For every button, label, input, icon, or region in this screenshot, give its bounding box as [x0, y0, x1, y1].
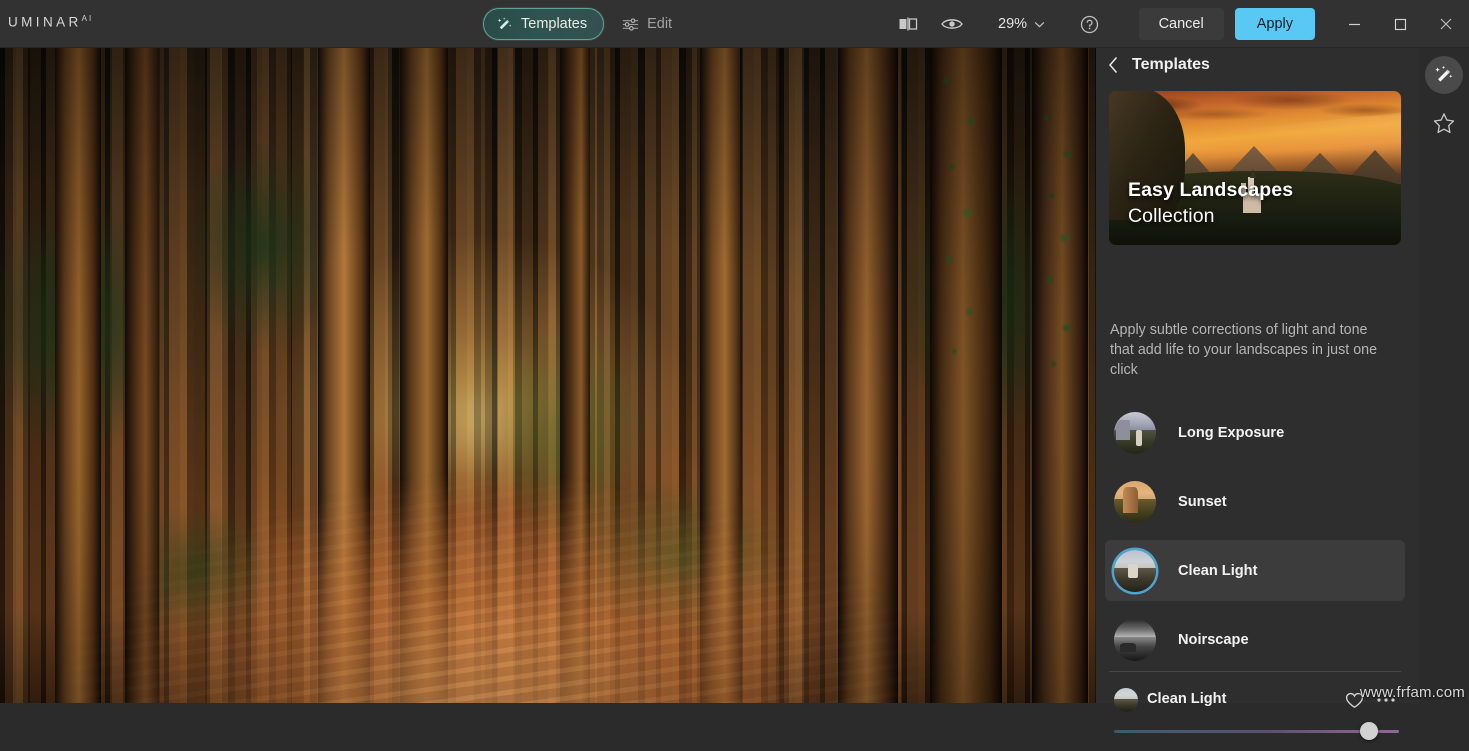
- slider-handle[interactable]: [1360, 722, 1378, 740]
- chevron-down-icon: [1034, 21, 1045, 28]
- magic-wand-icon[interactable]: [1425, 56, 1463, 94]
- maximize-icon[interactable]: [1377, 0, 1423, 48]
- chevron-left-icon[interactable]: [1108, 56, 1119, 74]
- star-outline-icon[interactable]: [1425, 104, 1463, 142]
- minimize-icon[interactable]: [1331, 0, 1377, 48]
- apply-button[interactable]: Apply: [1235, 8, 1315, 40]
- eye-icon[interactable]: [930, 7, 974, 41]
- app-logo: UMINARAI: [8, 14, 93, 30]
- template-item-label: Noirscape: [1178, 632, 1249, 648]
- template-item-clean-light[interactable]: Clean Light: [1105, 540, 1405, 601]
- hero-title: Easy Landscapes Collection: [1128, 177, 1293, 229]
- panel-title: Templates: [1132, 56, 1210, 74]
- image-canvas[interactable]: [0, 48, 1096, 703]
- template-thumbnail: [1114, 481, 1156, 523]
- template-thumbnail: [1114, 412, 1156, 454]
- template-thumbnail: [1114, 550, 1156, 592]
- active-template-bar: Clean Light: [1096, 672, 1419, 751]
- zoom-level-value: 29%: [998, 16, 1027, 32]
- tab-templates-label: Templates: [521, 16, 587, 32]
- template-item-long-exposure[interactable]: Long Exposure: [1105, 402, 1405, 463]
- collection-description: Apply subtle corrections of light and to…: [1110, 320, 1382, 380]
- template-item-noirscape[interactable]: Noirscape: [1105, 609, 1405, 670]
- hero-title-line1: Easy Landscapes: [1128, 177, 1293, 203]
- slider-track: [1114, 730, 1399, 733]
- question-circle-icon[interactable]: [1067, 7, 1111, 41]
- tab-templates[interactable]: Templates: [483, 8, 604, 40]
- cancel-button[interactable]: Cancel: [1139, 8, 1224, 40]
- template-item-sunset[interactable]: Sunset: [1105, 471, 1405, 532]
- top-toolbar: UMINARAI Templates: [0, 0, 1469, 48]
- brand-suffix: AI: [82, 14, 94, 23]
- active-template-thumbnail: [1114, 688, 1138, 712]
- panel-back-header[interactable]: Templates: [1108, 56, 1210, 74]
- template-list: Long Exposure Sunset Clean Light: [1105, 402, 1405, 678]
- template-item-label: Long Exposure: [1178, 425, 1284, 441]
- brand-name: UMINAR: [8, 15, 82, 30]
- window-actions: Cancel Apply: [1139, 0, 1469, 48]
- tab-edit[interactable]: Edit: [622, 8, 688, 40]
- compare-split-icon[interactable]: [886, 7, 930, 41]
- close-icon[interactable]: [1423, 0, 1469, 48]
- view-tools: 29%: [886, 0, 1111, 48]
- template-thumbnail: [1114, 619, 1156, 661]
- panel-side-rail: [1419, 48, 1469, 703]
- templates-panel: Templates Easy Landscapes Collection App…: [1096, 48, 1469, 703]
- template-amount-slider[interactable]: [1114, 722, 1399, 742]
- forest-photo: [0, 48, 1096, 703]
- panel-content: Templates Easy Landscapes Collection App…: [1096, 48, 1419, 703]
- window-controls: [1331, 0, 1469, 48]
- mode-tabs: Templates Edit: [483, 8, 688, 40]
- magic-wand-icon: [496, 16, 513, 33]
- template-item-label: Sunset: [1178, 494, 1227, 510]
- tab-edit-label: Edit: [647, 16, 672, 32]
- zoom-control[interactable]: 29%: [988, 7, 1051, 41]
- collection-hero-card[interactable]: Easy Landscapes Collection: [1109, 91, 1401, 245]
- more-dots-icon[interactable]: [1373, 687, 1399, 713]
- active-template-name: Clean Light: [1147, 691, 1226, 707]
- sliders-icon: [622, 18, 639, 31]
- heart-outline-icon[interactable]: [1341, 687, 1367, 713]
- template-item-label: Clean Light: [1178, 563, 1257, 579]
- hero-title-line2: Collection: [1128, 203, 1293, 229]
